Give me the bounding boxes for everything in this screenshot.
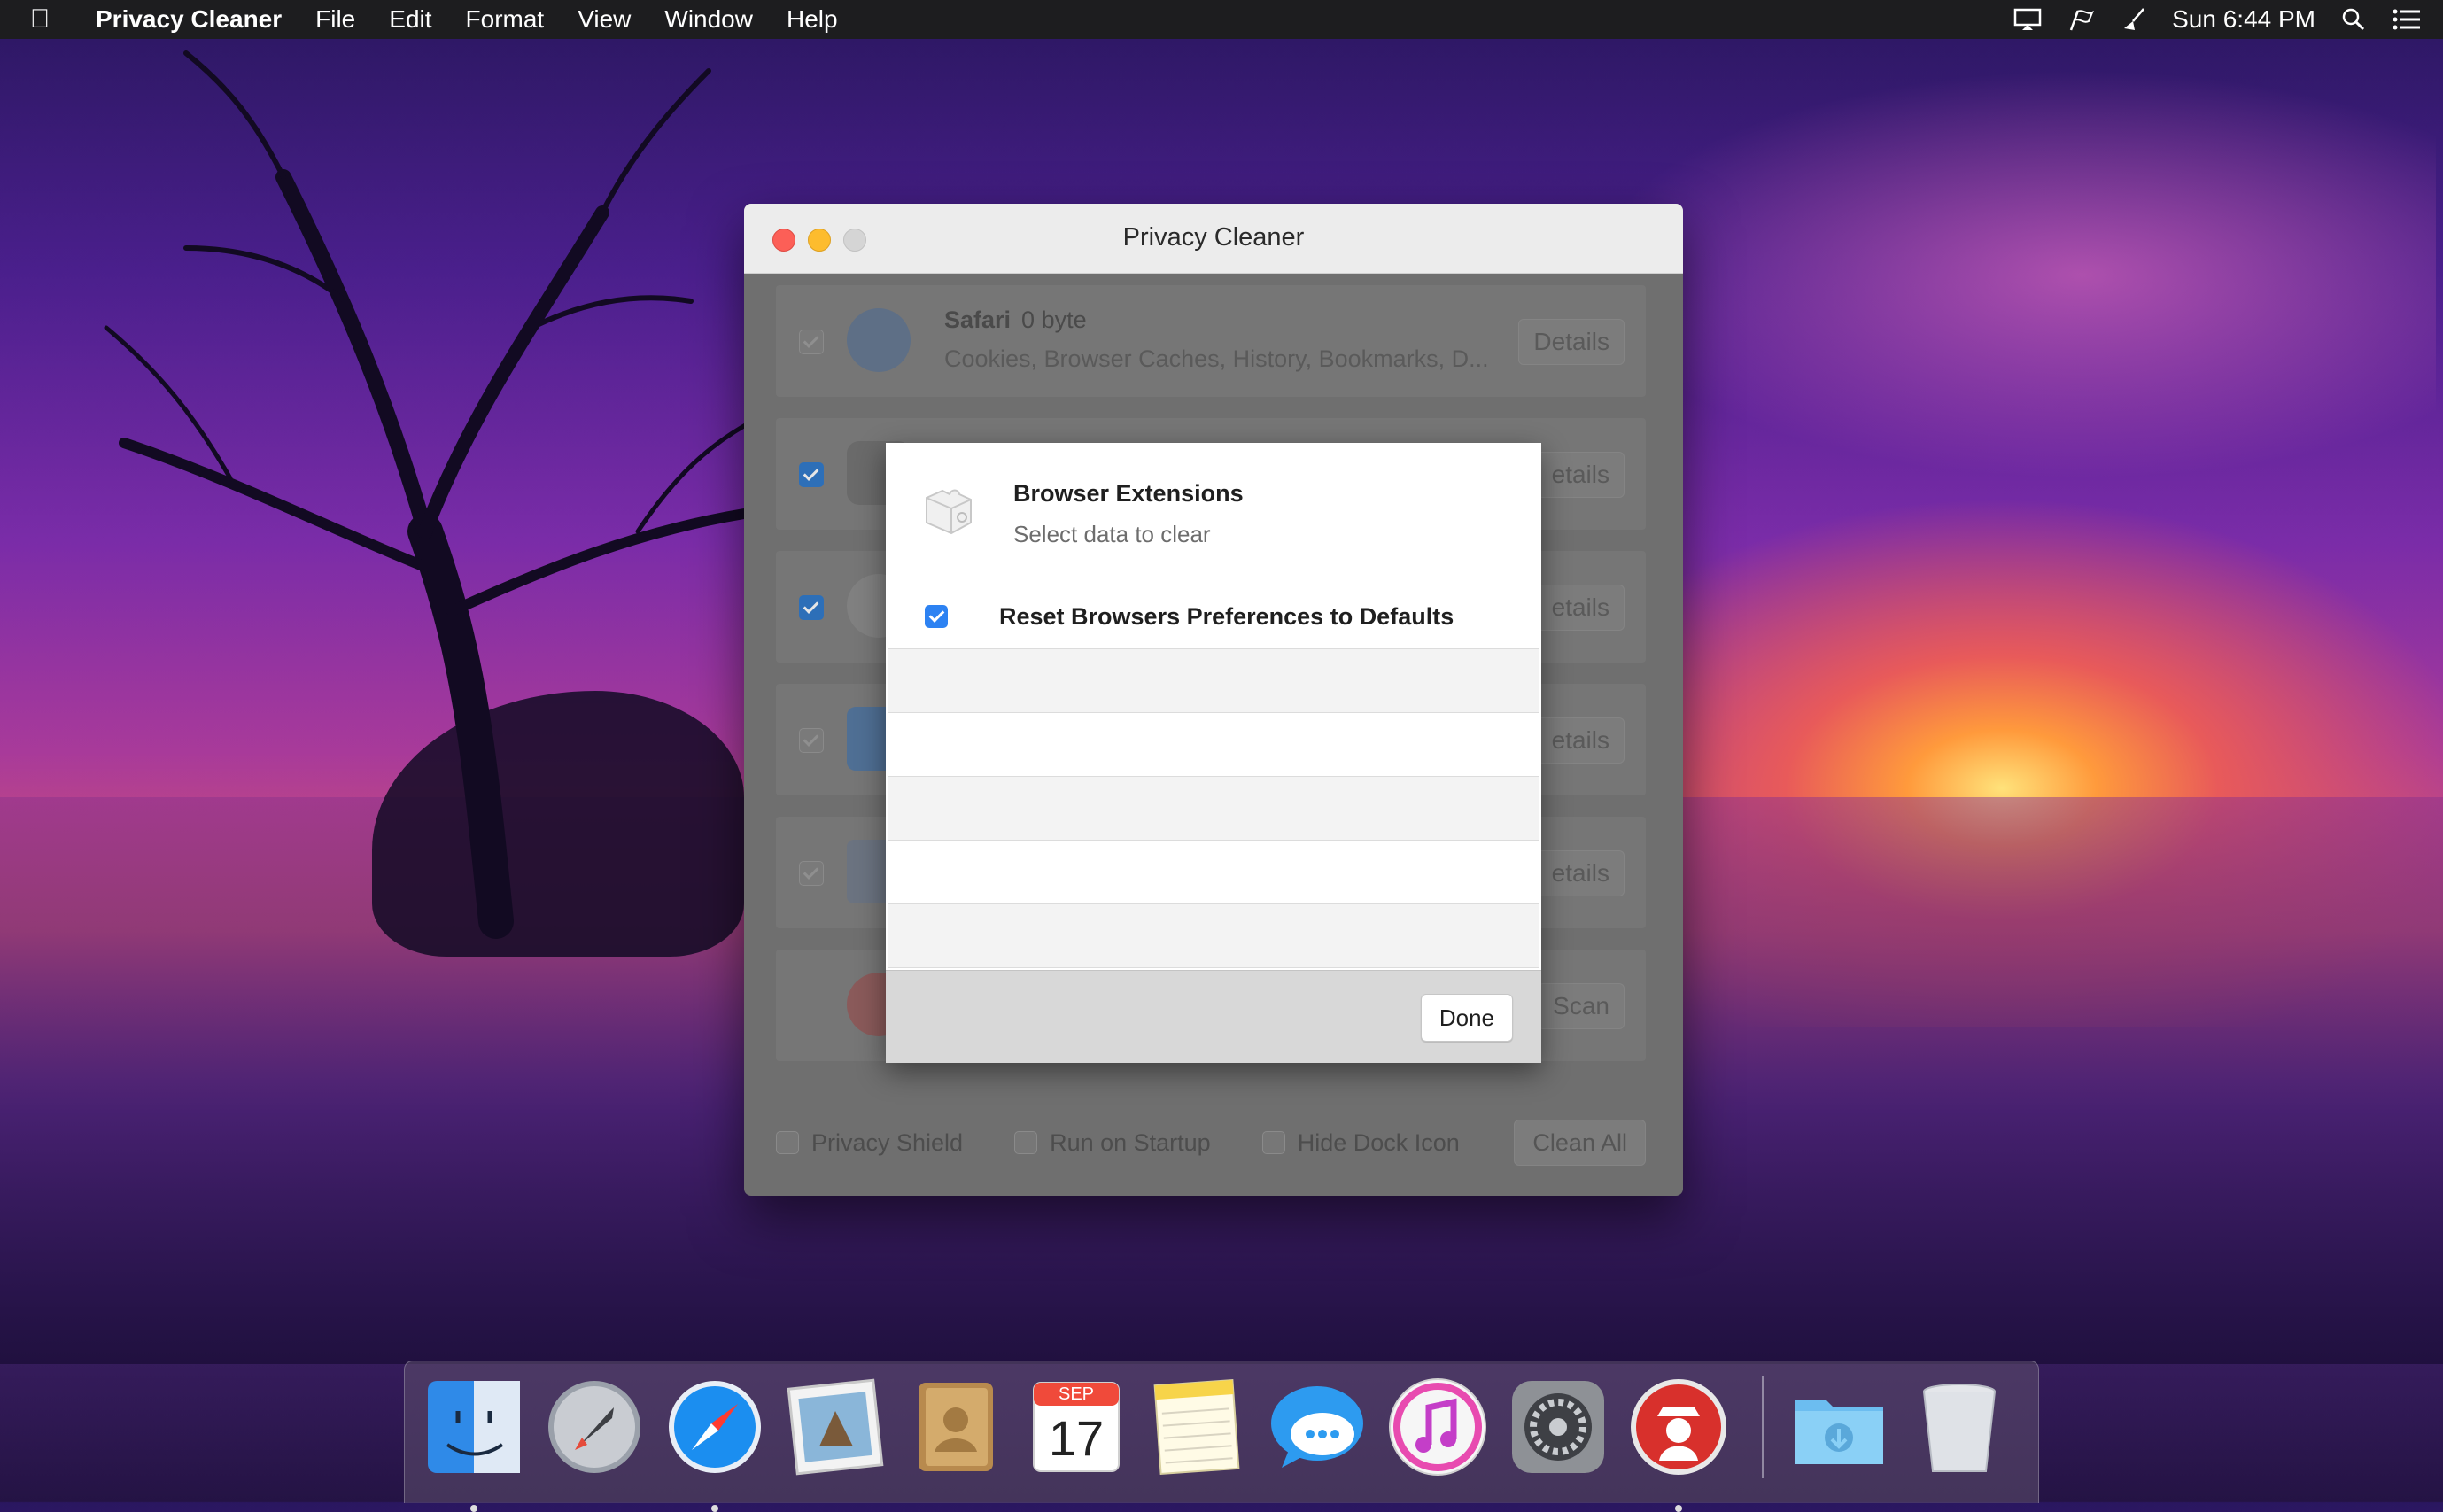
hide-dock-icon-checkbox[interactable] xyxy=(1261,1131,1285,1154)
details-button[interactable]: etails xyxy=(1536,717,1625,764)
dock: SEP 17 xyxy=(404,1361,2039,1512)
run-on-startup-label: Run on Startup xyxy=(1050,1128,1211,1156)
reset-preferences-label: Reset Browsers Preferences to Defaults xyxy=(999,603,1454,630)
running-indicator xyxy=(470,1505,477,1512)
menu-help[interactable]: Help xyxy=(770,5,855,34)
menu-file[interactable]: File xyxy=(299,5,372,34)
reset-preferences-checkbox[interactable] xyxy=(925,605,948,628)
scan-button[interactable]: Scan xyxy=(1538,983,1625,1029)
contacts-icon[interactable] xyxy=(904,1376,1007,1478)
spotlight-search-icon[interactable] xyxy=(2338,6,2369,33)
menu-window[interactable]: Window xyxy=(648,5,770,34)
row-checkbox[interactable] xyxy=(799,728,824,753)
display-icon[interactable] xyxy=(2013,6,2043,33)
list-item-empty xyxy=(888,649,1539,713)
menu-view[interactable]: View xyxy=(561,5,648,34)
sheet-footer: Done xyxy=(886,970,1541,1063)
row-checkbox[interactable] xyxy=(799,595,824,620)
flag-icon[interactable] xyxy=(2066,6,2096,33)
run-on-startup-option[interactable]: Run on Startup xyxy=(1014,1129,1211,1157)
row-checkbox[interactable] xyxy=(799,861,824,886)
list-item-empty xyxy=(888,904,1539,968)
browser-row-safari[interactable]: Safari 0 byte Cookies, Browser Caches, Hi… xyxy=(776,285,1646,397)
extensions-option-list: Reset Browsers Preferences to Defaults xyxy=(888,585,1539,968)
clean-all-button[interactable]: Clean All xyxy=(1514,1120,1646,1166)
messages-icon[interactable] xyxy=(1266,1376,1369,1478)
privacy-shield-checkbox[interactable] xyxy=(776,1131,799,1154)
trash-icon[interactable] xyxy=(1908,1376,2011,1478)
menu-app-name[interactable]: Privacy Cleaner xyxy=(80,5,299,34)
privacy-shield-option[interactable]: Privacy Shield xyxy=(776,1129,963,1157)
window-titlebar[interactable]: Privacy Cleaner xyxy=(744,204,1683,274)
puzzle-piece-icon xyxy=(918,478,980,540)
list-item[interactable]: Reset Browsers Preferences to Defaults xyxy=(888,585,1539,649)
apple-menu-icon[interactable]:  xyxy=(0,4,80,35)
details-button[interactable]: Details xyxy=(1518,319,1625,365)
tree-branches xyxy=(104,50,764,939)
menu-clock[interactable]: Sun 6:44 PM xyxy=(2172,5,2315,34)
downloads-folder-icon[interactable] xyxy=(1788,1376,1890,1478)
details-button[interactable]: etails xyxy=(1536,452,1625,498)
notification-center-icon[interactable] xyxy=(2392,6,2422,33)
menu-bar:  Privacy Cleaner File Edit Format View … xyxy=(0,0,2443,39)
hide-dock-icon-option[interactable]: Hide Dock Icon xyxy=(1261,1128,1460,1157)
options-bar: Privacy Shield Run on Startup Hide Dock … xyxy=(776,1116,1646,1169)
list-item-empty xyxy=(888,713,1539,777)
mail-icon[interactable] xyxy=(784,1376,887,1478)
row-app-name: Safari xyxy=(944,306,1012,333)
calendar-day: 17 xyxy=(1048,1410,1105,1466)
calendar-icon[interactable]: SEP 17 xyxy=(1025,1376,1128,1478)
row-description: Cookies, Browser Caches, History, Bookma… xyxy=(944,345,1489,372)
details-button[interactable]: etails xyxy=(1536,585,1625,631)
browser-extensions-sheet: Browser Extensions Select data to clear … xyxy=(886,443,1541,1063)
list-item-empty xyxy=(888,777,1539,841)
hide-dock-icon-label: Hide Dock Icon xyxy=(1297,1128,1460,1156)
running-indicator xyxy=(711,1505,718,1512)
privacy-shield-label: Privacy Shield xyxy=(811,1128,964,1156)
list-item-empty xyxy=(888,841,1539,904)
sheet-header: Browser Extensions Select data to clear xyxy=(886,443,1541,585)
notes-icon[interactable] xyxy=(1145,1376,1248,1478)
calendar-month: SEP xyxy=(1058,1384,1095,1404)
broom-icon[interactable] xyxy=(2119,6,2149,33)
row-size: 0 byte xyxy=(1021,306,1087,333)
finder-icon[interactable] xyxy=(423,1376,525,1512)
menu-edit[interactable]: Edit xyxy=(372,5,448,34)
run-on-startup-checkbox[interactable] xyxy=(1014,1131,1038,1154)
menu-format[interactable]: Format xyxy=(449,5,562,34)
sheet-title: Browser Extensions xyxy=(1013,480,1244,507)
launchpad-icon[interactable] xyxy=(543,1376,646,1478)
window-title: Privacy Cleaner xyxy=(1122,223,1305,252)
safari-compass-icon xyxy=(847,308,911,372)
running-indicator xyxy=(1675,1505,1682,1512)
row-checkbox[interactable] xyxy=(799,330,824,354)
row-checkbox[interactable] xyxy=(799,462,824,487)
safari-icon[interactable] xyxy=(663,1376,766,1512)
sheet-subtitle: Select data to clear xyxy=(1013,521,1211,547)
dock-separator xyxy=(1762,1376,1764,1478)
done-button[interactable]: Done xyxy=(1420,994,1513,1042)
privacy-cleaner-icon[interactable] xyxy=(1627,1376,1730,1512)
itunes-icon[interactable] xyxy=(1386,1376,1489,1478)
details-button[interactable]: etails xyxy=(1536,850,1625,896)
system-preferences-icon[interactable] xyxy=(1507,1376,1609,1478)
